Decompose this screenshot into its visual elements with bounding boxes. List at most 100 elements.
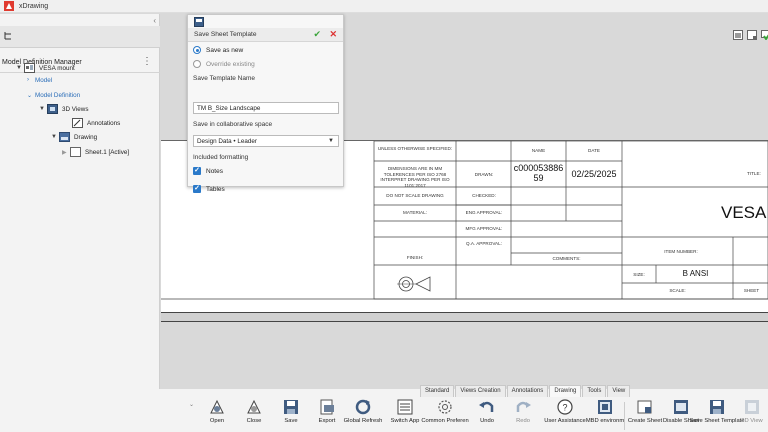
tb-sheet-label: SHEET xyxy=(743,288,760,293)
create-sheet-icon xyxy=(637,400,652,414)
sheet-bottom-band xyxy=(161,313,768,322)
tool-label: Save xyxy=(284,418,298,424)
tb-drawn-label: DRAWN: xyxy=(474,172,494,177)
close-button[interactable]: Close xyxy=(237,398,271,425)
tool-label: User Assistance xyxy=(544,418,586,424)
save-button[interactable]: Save xyxy=(274,398,308,425)
expand-arrow-icon[interactable]: ▼ xyxy=(39,106,47,112)
notes-label: Notes xyxy=(206,167,223,175)
tool-label: Undo xyxy=(480,418,494,424)
dialog-title: Save Sheet Template xyxy=(194,31,257,38)
ribbon-separator xyxy=(624,402,625,430)
ribbon-tabs: Standard Views Creation Annotations Draw… xyxy=(420,385,631,397)
save-sheet-template-dialog: Save Sheet Template ✔ ✕ Save as new Over… xyxy=(187,14,344,193)
sheet-icon xyxy=(70,147,81,157)
save-sheet-template-button[interactable]: Save Sheet Template xyxy=(690,398,745,425)
notes-checkbox-row[interactable]: ✓ Notes xyxy=(193,167,223,175)
tree-item-sheet-active[interactable]: ▶ Sheet.1 [Active] xyxy=(62,146,129,158)
window-icon[interactable] xyxy=(733,30,743,40)
tree-item-label: VESA mount xyxy=(39,64,75,72)
tab-tools[interactable]: Tools xyxy=(582,385,607,397)
template-name-label: Save Template Name xyxy=(193,75,256,82)
tb-checked-label: CHECKED: xyxy=(472,193,496,198)
tb-no-scale: DO NOT SCALE DRAWING xyxy=(386,193,444,198)
tb-size-label: SIZE: xyxy=(633,272,645,277)
open-icon xyxy=(210,399,224,414)
tree-toggle-icon[interactable] xyxy=(4,31,13,40)
global-refresh-button[interactable]: Global Refresh xyxy=(344,398,382,425)
view-2d-button[interactable]: 2D View xyxy=(736,398,768,425)
tree-item-drawing[interactable]: ▼ Drawing xyxy=(51,131,97,143)
tree-item-3d-views[interactable]: ▼ 3D Views xyxy=(39,103,88,115)
dropdown-caret-icon[interactable]: ▼ xyxy=(328,138,334,144)
projection-symbol-icon xyxy=(397,276,431,292)
app-logo-icon xyxy=(4,1,14,11)
collab-space-select[interactable]: Design Data • Leader ▼ xyxy=(193,135,339,147)
template-name-input[interactable] xyxy=(193,102,339,114)
tool-label: 2D View xyxy=(741,418,763,424)
tb-scale-label: SCALE: xyxy=(669,288,686,293)
tree-item-root[interactable]: ▼ VESA mount xyxy=(16,62,75,74)
switch-app-button[interactable]: Switch App xyxy=(388,398,422,425)
tb-title-value: VESA r xyxy=(721,204,768,222)
radio-save-as-new[interactable]: Save as new xyxy=(193,46,243,54)
open-button[interactable]: Open xyxy=(200,398,234,425)
save-template-icon xyxy=(194,17,204,27)
assembly-icon xyxy=(24,63,35,73)
tb-dimensions-note: DIMENSIONS ARE IN MM TOLERENCES PER ISO … xyxy=(380,166,450,188)
tree-item-annotations[interactable]: Annotations xyxy=(72,117,120,129)
tb-drawn-date: 02/25/2025 xyxy=(571,169,617,179)
drawing-icon xyxy=(59,132,70,142)
expand-arrow-icon[interactable]: ▶ xyxy=(62,149,70,156)
tool-label: Redo xyxy=(516,418,530,424)
title-bar: xDrawing xyxy=(0,0,768,13)
radio-unselected-icon[interactable] xyxy=(193,60,201,68)
export-button[interactable]: Export xyxy=(310,398,344,425)
create-sheet-button[interactable]: Create Sheet xyxy=(628,398,662,425)
collab-space-label: Save in collaborative space xyxy=(193,121,273,128)
tb-title-label: TITLE: xyxy=(747,171,761,176)
help-icon: ? xyxy=(557,399,573,415)
tb-size-value: B ANSI xyxy=(682,269,709,278)
ribbon-expand-icon[interactable]: ⌄ xyxy=(189,401,194,408)
redo-button[interactable]: Redo xyxy=(506,398,540,425)
tables-checkbox[interactable]: ✓ xyxy=(193,185,201,193)
confirm-check-icon[interactable]: ✔ xyxy=(313,29,321,40)
tb-comments: COMMENTS: xyxy=(552,256,581,261)
tab-standard[interactable]: Standard xyxy=(420,385,455,397)
radio-selected-icon[interactable] xyxy=(193,46,201,54)
expand-arrow-icon[interactable]: ▼ xyxy=(16,65,24,71)
tables-checkbox-row[interactable]: ✓ Tables xyxy=(193,185,225,193)
tool-label: Open xyxy=(209,418,225,424)
tree-item-model[interactable]: › Model xyxy=(27,74,52,86)
mbd-environment-button[interactable]: MBD environm xyxy=(585,398,625,425)
chevron-right-icon[interactable]: › xyxy=(27,77,35,83)
tb-unless-specified: UNLESS OTHERWISE SPECIFIED: xyxy=(377,146,453,151)
notes-checkbox[interactable]: ✓ xyxy=(193,167,201,175)
save-icon xyxy=(284,400,298,414)
chevron-down-icon[interactable]: ⌄ xyxy=(27,92,35,99)
mbd-icon xyxy=(598,400,612,414)
common-preferences-button[interactable]: Common Preferen xyxy=(421,398,469,425)
tree-item-label: Model xyxy=(35,76,53,84)
tab-views-creation[interactable]: Views Creation xyxy=(455,385,506,397)
tree-item-label: Drawing xyxy=(74,133,98,141)
expand-arrow-icon[interactable]: ▼ xyxy=(51,134,59,140)
switch-app-icon xyxy=(397,399,413,415)
undo-icon xyxy=(479,401,494,412)
radio-label: Override existing xyxy=(206,60,255,68)
cancel-x-icon[interactable]: ✕ xyxy=(329,29,337,40)
tab-view[interactable]: View xyxy=(607,385,631,397)
tab-annotations[interactable]: Annotations xyxy=(506,385,549,397)
user-assistance-button[interactable]: ? User Assistance xyxy=(544,398,586,425)
undo-button[interactable]: Undo xyxy=(470,398,504,425)
tool-label: MBD environm xyxy=(585,418,625,424)
collapse-panel-icon[interactable]: ‹ xyxy=(153,16,156,25)
tree-item-model-definition[interactable]: ⌄ Model Definition xyxy=(27,89,80,101)
page-icon[interactable] xyxy=(747,30,757,40)
annotation-icon xyxy=(72,118,83,128)
radio-override-existing[interactable]: Override existing xyxy=(193,60,255,68)
approve-icon[interactable] xyxy=(761,30,768,40)
tab-drawing[interactable]: Drawing xyxy=(549,385,582,397)
panel-menu-icon[interactable]: ⋮ xyxy=(142,57,152,67)
